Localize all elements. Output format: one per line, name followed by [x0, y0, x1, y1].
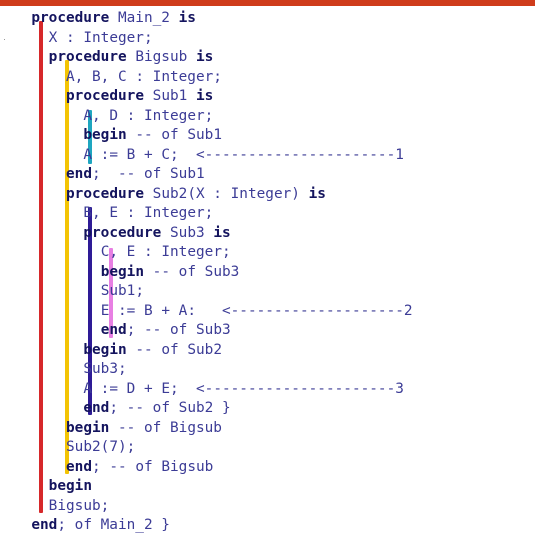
code-line: end; -- of Sub3: [101, 320, 231, 340]
code-text: ; -- of Sub1: [92, 166, 205, 182]
code-line: procedure Bigsub is: [49, 47, 214, 67]
code-line: A := B + C; <----------------------1: [83, 145, 404, 165]
code-text: C, E : Integer;: [100, 244, 231, 260]
code-text: X : Integer;: [48, 29, 153, 46]
code-text: ; -- of Bigsub: [92, 458, 214, 475]
keyword: procedure: [83, 224, 162, 241]
code-text: -- of Sub3: [144, 263, 240, 280]
keyword: is: [195, 49, 214, 65]
code-text: B, E : Integer;: [83, 205, 214, 221]
code-line: B, E : Integer;: [83, 203, 213, 223]
keyword: procedure: [48, 49, 127, 65]
code-text: Sub2(7);: [66, 439, 136, 455]
code-line: procedure Sub1 is: [66, 86, 213, 106]
code-line: end; -- of Bigsub: [66, 457, 213, 477]
code-text: ; of Main_2 }: [57, 517, 170, 533]
keyword: begin: [66, 419, 110, 436]
code-text: Bigsub;: [48, 497, 110, 514]
code-line: procedure Main_2 is: [31, 8, 196, 28]
keyword: begin: [83, 341, 127, 358]
keyword: end: [66, 166, 93, 182]
code-text: Sub1: [144, 88, 196, 104]
keyword: begin: [100, 263, 145, 280]
code-text: Bigsub: [126, 49, 196, 65]
code-line: end; -- of Sub2 }: [83, 398, 230, 418]
code-text: A := B + C; <----------------------1: [83, 146, 404, 163]
code-line: procedure Sub2(X : Integer) is: [66, 184, 326, 204]
code-line: Sub3;: [83, 359, 126, 379]
code-line: begin -- of Bigsub: [66, 418, 222, 438]
code-line: end; of Main_2 }: [31, 515, 170, 535]
code-line: end; -- of Sub1: [66, 164, 205, 184]
code-line: A := D + E; <----------------------3: [83, 379, 404, 399]
keyword: procedure: [31, 10, 110, 26]
code-line: E := B + A: <--------------------2: [101, 301, 413, 321]
code-text: Sub3;: [83, 361, 127, 377]
code-line: A, B, C : Integer;: [66, 67, 222, 87]
code-line: begin -- of Sub2: [83, 340, 222, 360]
code-text: -- of Bigsub: [109, 419, 222, 436]
keyword: is: [195, 88, 214, 104]
code-line: Sub1;: [101, 281, 144, 301]
keyword: is: [213, 224, 231, 241]
keyword: procedure: [66, 185, 144, 202]
code-text: E := B + A: <--------------------2: [100, 302, 413, 319]
code-line: begin -- of Sub3: [101, 262, 240, 282]
code-listing: procedure Main_2 is X : Integer; procedure…: [0, 0, 535, 539]
keyword: end: [31, 517, 58, 533]
code-line: C, E : Integer;: [101, 242, 231, 262]
keyword: end: [66, 458, 93, 475]
code-line: procedure Sub3 is: [83, 223, 230, 243]
code-text: ; -- of Sub2 }: [109, 400, 231, 416]
code-text: -- of Sub2: [126, 341, 222, 358]
keyword: end: [83, 400, 110, 416]
code-text: A, D : Integer;: [83, 107, 214, 124]
code-text: Sub1;: [100, 283, 145, 299]
code-line: begin -- of Sub1: [83, 125, 222, 145]
keyword: is: [308, 185, 326, 202]
keyword: end: [100, 322, 127, 338]
code-line: Sub2(7);: [66, 437, 135, 457]
code-line: Bigsub;: [49, 496, 110, 516]
code-text: A, B, C : Integer;: [66, 68, 222, 85]
keyword: is: [178, 10, 196, 26]
code-line: X : Integer;: [49, 28, 153, 48]
keyword: procedure: [66, 88, 144, 104]
keyword: begin: [83, 127, 127, 143]
code-text: Main_2: [109, 10, 179, 26]
code-text: -- of Sub1: [126, 127, 222, 143]
code-text: Sub2(X : Integer): [144, 185, 309, 202]
code-text: ; -- of Sub3: [126, 322, 231, 338]
code-line: A, D : Integer;: [83, 106, 213, 126]
code-line: begin: [49, 476, 92, 496]
code-text: A := D + E; <----------------------3: [83, 380, 404, 397]
keyword: begin: [48, 478, 92, 494]
code-text: Sub3: [161, 224, 214, 241]
